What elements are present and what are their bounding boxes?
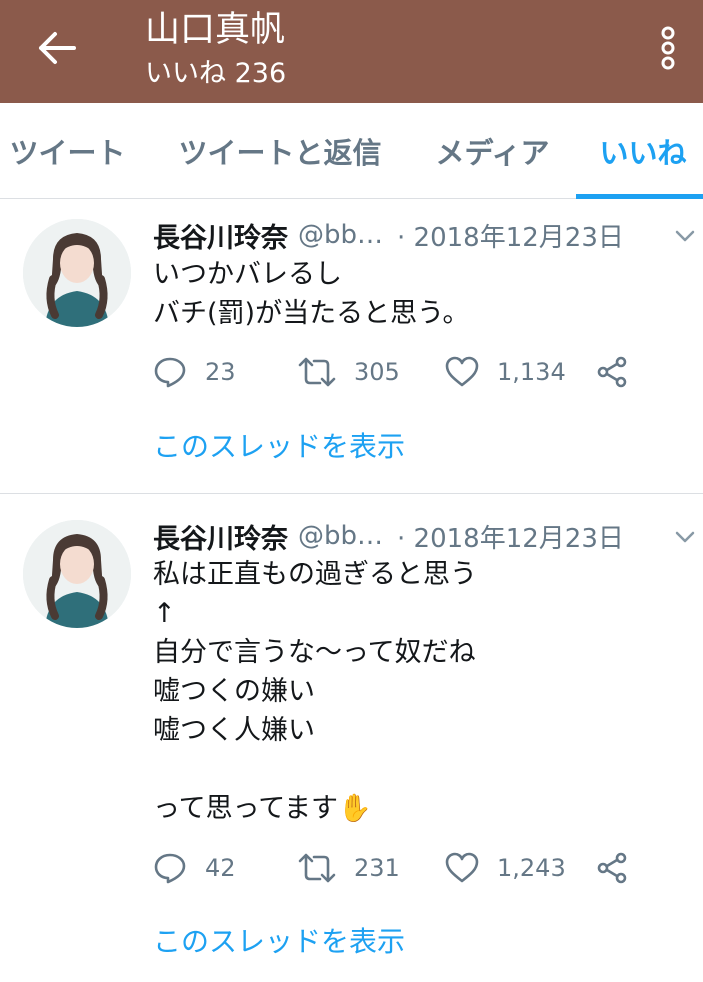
like-button[interactable]: 1,134	[445, 352, 566, 392]
like-count: 1,134	[497, 358, 566, 386]
tweet-text: 私は正直もの過ぎると思う ↑ 自分で言うな〜って奴だね 嘘つくの嫌い 嘘つく人嫌…	[153, 555, 477, 828]
reply-button[interactable]: 42	[153, 848, 236, 888]
reply-icon	[154, 357, 186, 388]
chevron-down-icon	[675, 531, 695, 543]
avatar-photo	[23, 219, 131, 327]
tweet-actions: 23 305 1,134	[153, 352, 673, 392]
author-name[interactable]: 長谷川玲奈	[153, 216, 288, 255]
tab-tweets[interactable]: ツイート	[0, 103, 135, 199]
back-arrow-icon	[39, 32, 76, 64]
tweet-header: 長谷川玲奈 @bb… · 2018年12月23日	[153, 517, 624, 556]
profile-tabs: ツイート ツイートと返信 メディア いいね	[0, 103, 703, 199]
tweet-header: 長谷川玲奈 @bb… · 2018年12月23日	[153, 216, 624, 255]
retweet-count: 305	[354, 358, 400, 386]
tab-media[interactable]: メディア	[420, 103, 565, 199]
share-icon	[597, 852, 627, 884]
retweet-icon	[298, 357, 336, 387]
more-vertical-icon	[661, 26, 675, 70]
reply-button[interactable]: 23	[153, 352, 236, 392]
back-button[interactable]	[30, 26, 82, 70]
tweet-date[interactable]: · 2018年12月23日	[397, 518, 624, 555]
like-button[interactable]: 1,243	[445, 848, 566, 888]
like-count: 1,243	[497, 854, 566, 882]
reply-count: 23	[205, 358, 236, 386]
likes-count-subtitle: いいね 236	[145, 58, 287, 89]
tweet-card[interactable]: 長谷川玲奈 @bb… · 2018年12月23日 私は正直もの過ぎると思う ↑ …	[0, 494, 703, 982]
like-icon	[445, 356, 479, 387]
tweet-actions: 42 231 1,243	[153, 848, 673, 888]
retweet-icon	[298, 853, 336, 883]
author-name[interactable]: 長谷川玲奈	[153, 517, 288, 556]
author-handle[interactable]: @bb…	[298, 220, 383, 250]
avatar-photo	[23, 520, 131, 628]
tweet-card[interactable]: 長谷川玲奈 @bb… · 2018年12月23日 いつかバレるし バチ(罰)が当…	[0, 199, 703, 493]
show-thread-link[interactable]: このスレッドを表示	[153, 425, 405, 465]
page-title: 山口真帆	[145, 10, 286, 50]
reply-count: 42	[205, 854, 236, 882]
tab-likes[interactable]: いいね	[583, 103, 703, 199]
share-button[interactable]	[595, 848, 629, 888]
retweet-count: 231	[354, 854, 400, 882]
tweet-menu-button[interactable]	[672, 524, 698, 550]
like-icon	[445, 852, 479, 883]
share-button[interactable]	[595, 352, 629, 392]
author-handle[interactable]: @bb…	[298, 521, 383, 551]
tab-tweets-and-replies[interactable]: ツイートと返信	[160, 103, 400, 199]
retweet-button[interactable]: 305	[298, 352, 400, 392]
tweet-text-content: 私は正直もの過ぎると思う ↑ 自分で言うな〜って奴だね 嘘つくの嫌い 嘘つく人嫌…	[153, 559, 477, 824]
more-options-button[interactable]	[650, 24, 686, 72]
reply-icon	[154, 853, 186, 884]
tweet-date[interactable]: · 2018年12月23日	[397, 217, 624, 254]
avatar[interactable]	[23, 219, 131, 327]
retweet-button[interactable]: 231	[298, 848, 400, 888]
raised-hand-emoji: ✋	[337, 793, 372, 824]
chevron-down-icon	[675, 230, 695, 242]
app-header: 山口真帆 いいね 236	[0, 0, 703, 103]
show-thread-link[interactable]: このスレッドを表示	[153, 920, 405, 960]
avatar[interactable]	[23, 520, 131, 628]
share-icon	[597, 356, 627, 388]
tweet-text: いつかバレるし バチ(罰)が当たると思う。	[153, 259, 470, 329]
tweet-menu-button[interactable]	[672, 223, 698, 249]
